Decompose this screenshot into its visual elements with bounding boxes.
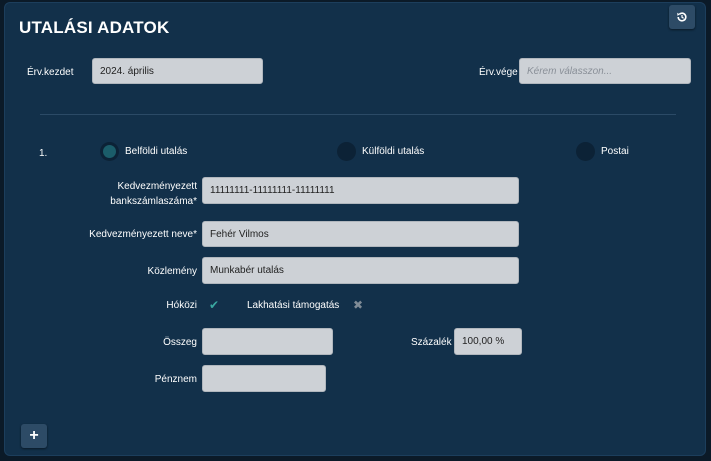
reset-button[interactable] [669,5,695,29]
radio-foreign-label: Külföldi utalás [362,146,425,157]
beneficiary-name-input[interactable]: Fehér Vilmos [202,221,519,247]
radio-postal[interactable] [576,142,595,161]
account-number-label-line1: Kedvezményezett [117,181,198,192]
radio-foreign-transfer[interactable] [337,142,356,161]
radio-domestic-transfer[interactable] [100,142,119,161]
account-number-input[interactable]: 11111111-11111111-11111111 [202,177,519,204]
plus-icon: + [29,427,39,444]
percent-input[interactable]: 100,00 % [454,328,522,355]
history-reset-icon [677,12,687,22]
note-label: Közlemény [147,266,197,277]
account-number-label-line2: bankszámlaszáma* [110,196,197,207]
cross-icon[interactable]: ✖ [353,298,363,312]
radio-domestic-label: Belföldi utalás [125,146,188,157]
transfer-data-panel: UTALÁSI ADATOK Érv.kezdet 2024. április … [4,2,706,456]
validity-end-label: Érv.vége [479,67,518,78]
validity-end-input[interactable]: Kérem válasszon... [519,58,691,84]
entry-index: 1. [39,148,48,159]
page-title: UTALÁSI ADATOK [19,18,170,37]
check-icon[interactable]: ✔ [209,298,219,312]
section-divider [40,114,676,115]
housing-support-label: Lakhatási támogatás [247,300,340,311]
hokozi-label: Hóközi [166,300,197,311]
validity-start-input[interactable]: 2024. április [92,58,263,84]
radio-postal-label: Postai [601,146,629,157]
currency-label: Pénznem [154,374,197,385]
amount-input[interactable] [202,328,333,355]
note-input[interactable]: Munkabér utalás [202,257,519,284]
amount-label: Összeg [163,337,197,348]
currency-input[interactable] [202,365,326,392]
beneficiary-name-label: Kedvezményezett neve* [89,229,197,240]
validity-start-label: Érv.kezdet [27,67,74,78]
add-entry-button[interactable]: + [21,424,47,448]
percent-label: Százalék [411,337,452,348]
